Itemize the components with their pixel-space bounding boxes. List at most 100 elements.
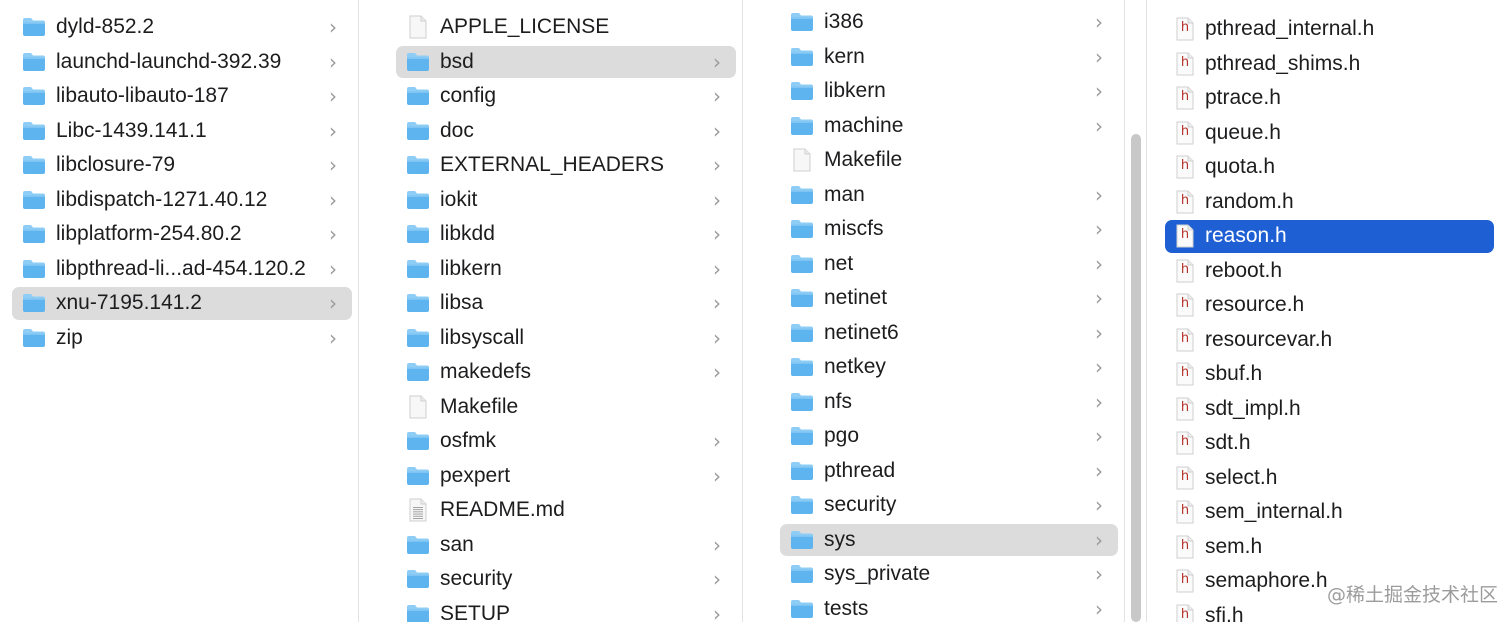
- list-item-label: libsyscall: [440, 325, 525, 349]
- folder-icon: [406, 362, 430, 382]
- list-item-label: resourcevar.h: [1205, 327, 1333, 351]
- list-item[interactable]: SETUP ›: [406, 597, 724, 622]
- list-item[interactable]: netinet ›: [790, 281, 1106, 316]
- list-item[interactable]: Makefile: [406, 390, 724, 425]
- list-item[interactable]: pexpert ›: [406, 459, 724, 494]
- list-item[interactable]: h pthread_internal.h: [1175, 12, 1482, 47]
- list-item[interactable]: dyld-852.2 ›: [22, 10, 340, 45]
- list-item[interactable]: net ›: [790, 247, 1106, 282]
- list-item[interactable]: h select.h: [1175, 461, 1482, 496]
- column-3-scrollbar[interactable]: [1131, 134, 1141, 622]
- list-item[interactable]: sys_private ›: [790, 557, 1106, 592]
- list-item[interactable]: sys ›: [780, 523, 1118, 558]
- list-item[interactable]: h sem_internal.h: [1175, 495, 1482, 530]
- list-item[interactable]: libsyscall ›: [406, 321, 724, 356]
- column-divider-1[interactable]: [358, 0, 359, 622]
- folder-icon: [790, 357, 814, 377]
- list-item[interactable]: libdispatch-1271.40.12 ›: [22, 183, 340, 218]
- list-item[interactable]: iokit ›: [406, 183, 724, 218]
- list-item[interactable]: libkern ›: [790, 74, 1106, 109]
- list-item[interactable]: security ›: [790, 488, 1106, 523]
- list-item[interactable]: libsa ›: [406, 286, 724, 321]
- list-item[interactable]: APPLE_LICENSE: [406, 10, 724, 45]
- column-divider-3[interactable]: [1124, 0, 1125, 622]
- list-item[interactable]: h ptrace.h: [1175, 81, 1482, 116]
- folder-icon: [790, 461, 814, 481]
- column-3-list: i386 › kern › libkern › machine › Makefile man › mi…: [780, 5, 1118, 622]
- list-item[interactable]: libkdd ›: [406, 217, 724, 252]
- list-item[interactable]: config ›: [406, 79, 724, 114]
- list-item[interactable]: man ›: [790, 178, 1106, 213]
- list-item-label: netkey: [824, 355, 886, 379]
- list-item[interactable]: security ›: [406, 562, 724, 597]
- list-item[interactable]: h sem.h: [1175, 530, 1482, 565]
- list-item[interactable]: h random.h: [1175, 185, 1482, 220]
- chevron-right-icon: ›: [1095, 10, 1103, 35]
- list-item[interactable]: h sbuf.h: [1175, 357, 1482, 392]
- list-item-label: sem.h: [1205, 534, 1263, 558]
- list-item-label: quota.h: [1205, 155, 1276, 179]
- folder-icon: [22, 155, 46, 175]
- list-item[interactable]: EXTERNAL_HEADERS ›: [406, 148, 724, 183]
- list-item[interactable]: libkern ›: [406, 252, 724, 287]
- list-item[interactable]: h sdt.h: [1175, 426, 1482, 461]
- list-item[interactable]: kern ›: [790, 40, 1106, 75]
- list-item[interactable]: h resourcevar.h: [1175, 323, 1482, 358]
- list-item[interactable]: libauto-libauto-187 ›: [22, 79, 340, 114]
- list-item-label: pthread_internal.h: [1205, 17, 1375, 41]
- folder-icon: [406, 604, 430, 622]
- folder-icon: [406, 190, 430, 210]
- column-divider-2[interactable]: [742, 0, 743, 622]
- list-item[interactable]: pthread ›: [790, 454, 1106, 489]
- header-file-icon: h: [1175, 604, 1195, 622]
- folder-icon: [22, 190, 46, 210]
- list-item[interactable]: launchd-launchd-392.39 ›: [22, 45, 340, 80]
- list-item-label: libsa: [440, 291, 484, 315]
- list-item[interactable]: h reason.h: [1165, 219, 1494, 254]
- list-item-label: pthread: [824, 458, 896, 482]
- list-item[interactable]: libclosure-79 ›: [22, 148, 340, 183]
- chevron-right-icon: ›: [1095, 217, 1103, 242]
- list-item[interactable]: h pthread_shims.h: [1175, 47, 1482, 82]
- list-item[interactable]: README.md: [406, 493, 724, 528]
- list-item-label: san: [440, 532, 474, 556]
- list-item[interactable]: h queue.h: [1175, 116, 1482, 151]
- list-item[interactable]: bsd ›: [396, 45, 736, 80]
- list-item[interactable]: netkey ›: [790, 350, 1106, 385]
- list-item[interactable]: libplatform-254.80.2 ›: [22, 217, 340, 252]
- document-icon: [408, 395, 428, 419]
- list-item-label: bsd: [440, 49, 474, 73]
- list-item[interactable]: netinet6 ›: [790, 316, 1106, 351]
- header-file-icon: h: [1175, 500, 1195, 524]
- list-item[interactable]: h resource.h: [1175, 288, 1482, 323]
- list-item-label: sdt_impl.h: [1205, 396, 1301, 420]
- list-item[interactable]: zip ›: [22, 321, 340, 356]
- list-item[interactable]: miscfs ›: [790, 212, 1106, 247]
- chevron-right-icon: ›: [1095, 320, 1103, 345]
- folder-icon: [406, 328, 430, 348]
- list-item[interactable]: makedefs ›: [406, 355, 724, 390]
- list-item[interactable]: h sdt_impl.h: [1175, 392, 1482, 427]
- list-item-label: miscfs: [824, 217, 884, 241]
- list-item-label: SETUP: [440, 601, 511, 622]
- list-item[interactable]: h reboot.h: [1175, 254, 1482, 289]
- list-item[interactable]: i386 ›: [790, 5, 1106, 40]
- list-item[interactable]: osfmk ›: [406, 424, 724, 459]
- chevron-right-icon: ›: [1095, 424, 1103, 449]
- list-item[interactable]: doc ›: [406, 114, 724, 149]
- list-item[interactable]: nfs ›: [790, 385, 1106, 420]
- list-item[interactable]: xnu-7195.141.2 ›: [12, 286, 352, 321]
- list-item[interactable]: libpthread-li...ad-454.120.2 ›: [22, 252, 340, 287]
- list-item[interactable]: pgo ›: [790, 419, 1106, 454]
- list-item[interactable]: Makefile: [790, 143, 1106, 178]
- folder-icon: [790, 599, 814, 619]
- chevron-right-icon: ›: [713, 601, 721, 622]
- list-item[interactable]: san ›: [406, 528, 724, 563]
- folder-icon: [406, 569, 430, 589]
- list-item[interactable]: Libc-1439.141.1 ›: [22, 114, 340, 149]
- list-item[interactable]: machine ›: [790, 109, 1106, 144]
- list-item[interactable]: h quota.h: [1175, 150, 1482, 185]
- folder-icon: [22, 17, 46, 37]
- document-icon: [408, 15, 428, 39]
- list-item[interactable]: tests ›: [790, 592, 1106, 622]
